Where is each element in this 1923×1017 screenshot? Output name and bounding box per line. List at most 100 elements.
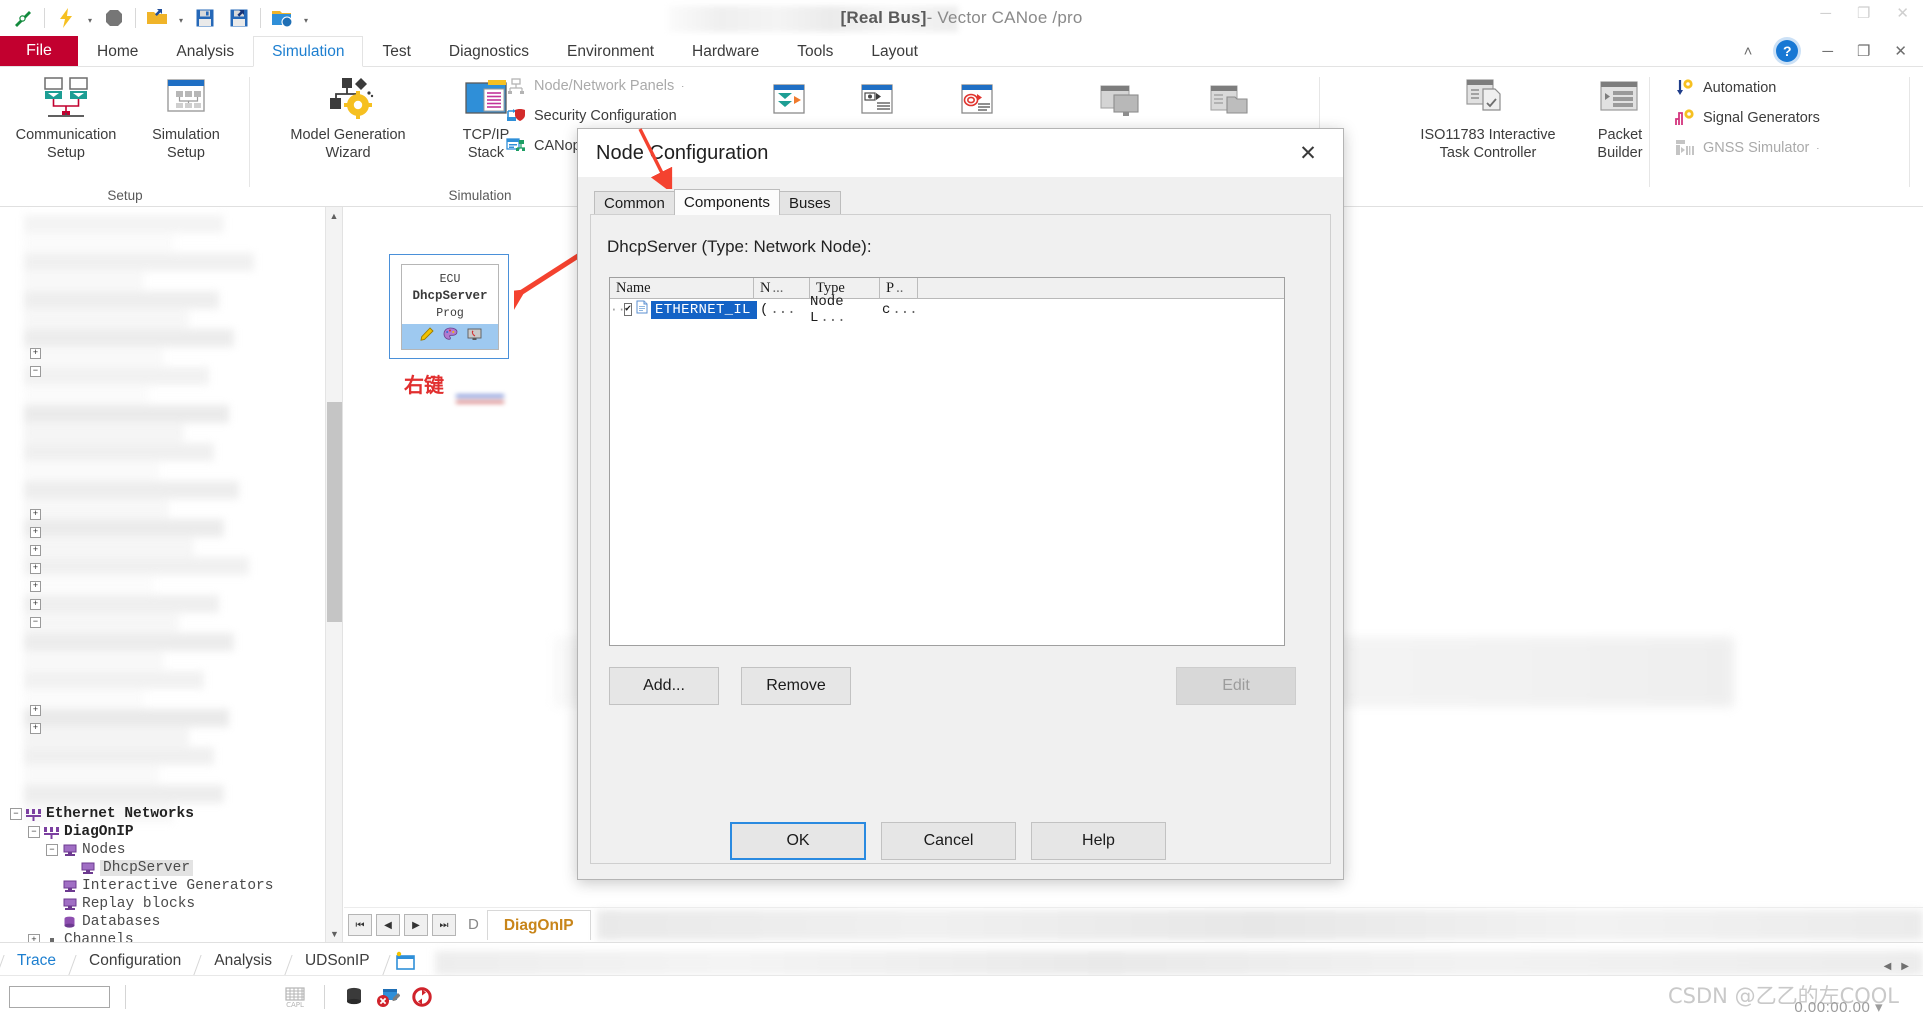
- components-grid-header[interactable]: Name N... Type P..: [610, 278, 1284, 299]
- monitor-panel-icon[interactable]: [1100, 85, 1140, 124]
- scroll-down-arrow-icon[interactable]: ▼: [326, 925, 342, 942]
- window-controls-top[interactable]: ─ ❐ ✕: [1820, 4, 1909, 23]
- tree-expander-collapsed-4[interactable]: +: [30, 545, 41, 556]
- next-page-button[interactable]: ▶: [404, 914, 428, 936]
- signal-generators-item[interactable]: Signal Generators: [1674, 108, 1820, 128]
- page-tab-diagonip[interactable]: DiagOnIP: [486, 910, 591, 940]
- node-network-panels-caret[interactable]: ·: [681, 81, 684, 91]
- ribbon-tab-test[interactable]: Test: [363, 36, 429, 66]
- ribbon-tab-file[interactable]: File: [0, 36, 78, 66]
- scrollbar-thumb[interactable]: [327, 402, 342, 622]
- page-tab-bar[interactable]: ⏮ ◀ ▶ ⏭ D DiagOnIP: [344, 907, 1923, 942]
- components-grid[interactable]: Name N... Type P.. ··· ✔ ETHERNET_IL (.…: [609, 277, 1285, 646]
- help-icon[interactable]: ?: [1776, 40, 1799, 62]
- maximize-icon[interactable]: ❐: [1857, 4, 1870, 22]
- tree-item-dhcpserver[interactable]: DhcpServer: [6, 859, 336, 877]
- bottom-tab-scroll-left-icon[interactable]: ◀: [1884, 961, 1892, 972]
- tree-expander-collapsed-7[interactable]: +: [30, 599, 41, 610]
- row-cell-name[interactable]: ··· ✔ ETHERNET_IL: [610, 300, 757, 319]
- tree-expander-expanded-1[interactable]: −: [30, 366, 41, 377]
- tab-trace[interactable]: Trace: [1, 947, 72, 975]
- minimize-icon[interactable]: ─: [1820, 5, 1831, 22]
- tree-expander-expanded-2[interactable]: −: [30, 617, 41, 628]
- tree-expander-collapsed-3[interactable]: +: [30, 527, 41, 538]
- ribbon-tab-layout[interactable]: Layout: [852, 36, 937, 66]
- add-window-icon[interactable]: [387, 947, 425, 975]
- tree-expander-collapsed-2[interactable]: +: [30, 509, 41, 520]
- monitor-icon[interactable]: [467, 327, 482, 347]
- node-network-panels-item[interactable]: Node/Network Panels ·: [505, 76, 684, 96]
- simulation-setup-button[interactable]: Simulation Setup: [120, 75, 252, 162]
- gnss-simulator-caret[interactable]: ·: [1816, 143, 1819, 153]
- row-cell-name-text[interactable]: ETHERNET_IL: [651, 300, 757, 319]
- ribbon-tab-tools[interactable]: Tools: [778, 36, 852, 66]
- iso11783-task-controller-button[interactable]: ISO11783 Interactive Task Controller: [1400, 75, 1576, 162]
- column-n[interactable]: N...: [754, 278, 810, 299]
- simulation-setup-tree-panel[interactable]: + − + + + + + + − + + − Ethernet Network…: [0, 207, 343, 942]
- scope-icon[interactable]: [960, 83, 998, 124]
- ok-button[interactable]: OK: [730, 822, 866, 860]
- search-input[interactable]: [9, 985, 110, 1008]
- first-page-button[interactable]: ⏮: [348, 914, 372, 936]
- edit-pencil-icon[interactable]: [419, 326, 434, 347]
- add-button[interactable]: Add...: [609, 667, 719, 705]
- tree-expander-collapsed-1[interactable]: +: [30, 348, 41, 359]
- close-icon[interactable]: ✕: [1896, 4, 1909, 22]
- doc-minimize-icon[interactable]: ─: [1822, 43, 1833, 60]
- doc-close-icon[interactable]: ✕: [1894, 42, 1907, 60]
- remove-button[interactable]: Remove: [741, 667, 851, 705]
- last-page-button[interactable]: ⏭: [432, 914, 456, 936]
- automation-item[interactable]: Automation: [1674, 78, 1776, 98]
- tree-toggle-ethernet-networks[interactable]: −: [10, 808, 22, 820]
- doc-restore-icon[interactable]: ❐: [1857, 42, 1870, 60]
- row-checkbox[interactable]: ✔: [624, 303, 633, 316]
- tree-item-databases[interactable]: Databases: [6, 913, 336, 931]
- tree-item-nodes[interactable]: − Nodes: [6, 841, 336, 859]
- tab-udsonip[interactable]: UDSonIP: [289, 947, 386, 975]
- tree-toggle-nodes[interactable]: −: [46, 844, 58, 856]
- ribbon-tab-home[interactable]: Home: [78, 36, 157, 66]
- tree-item-channels[interactable]: + Channels: [6, 931, 336, 942]
- bottom-tab-scroll-right-icon[interactable]: ▶: [1901, 961, 1909, 972]
- replay-block-icon[interactable]: [860, 83, 898, 124]
- clear-write-window-icon[interactable]: [374, 984, 402, 1010]
- ribbon-tab-environment[interactable]: Environment: [548, 36, 673, 66]
- ribbon-right-controls[interactable]: ˄ ? ─ ❐ ✕: [1744, 36, 1923, 66]
- dialog-tab-components[interactable]: Components: [673, 189, 780, 215]
- ribbon-tab-analysis[interactable]: Analysis: [157, 36, 253, 66]
- dialog-tab-common[interactable]: Common: [594, 191, 675, 215]
- measurement-clock-caret[interactable]: ▾: [1875, 999, 1883, 1016]
- collapse-ribbon-icon[interactable]: ˄: [1744, 43, 1753, 60]
- tree-toggle-diagonip[interactable]: −: [28, 826, 40, 838]
- database-icon[interactable]: [340, 984, 368, 1010]
- ribbon-tab-hardware[interactable]: Hardware: [673, 36, 778, 66]
- tree-expander-collapsed-8[interactable]: +: [30, 705, 41, 716]
- tree-item-interactive-generators[interactable]: Interactive Generators: [6, 877, 336, 895]
- bottom-tab-scroll-controls[interactable]: ◀ ▶: [1884, 961, 1909, 972]
- prev-page-button[interactable]: ◀: [376, 914, 400, 936]
- gnss-simulator-item[interactable]: GNSS Simulator ·: [1674, 138, 1819, 158]
- interactive-generator-icon[interactable]: [772, 83, 810, 124]
- tree-item-ethernet-networks[interactable]: − Ethernet Networks: [6, 805, 336, 823]
- dialog-close-icon[interactable]: ✕: [1291, 136, 1325, 170]
- ribbon-tab-strip[interactable]: File Home Analysis Simulation Test Diagn…: [0, 36, 1923, 67]
- node-configuration-dialog[interactable]: Node Configuration ✕ Common Components B…: [577, 128, 1344, 880]
- cancel-button[interactable]: Cancel: [881, 822, 1016, 860]
- ribbon-tab-diagnostics[interactable]: Diagnostics: [430, 36, 548, 66]
- tree-expander-collapsed-5[interactable]: +: [30, 563, 41, 574]
- bottom-tab-bar[interactable]: Trace Configuration Analysis UDSonIP ◀ ▶: [0, 942, 1923, 975]
- dialog-tab-buses[interactable]: Buses: [778, 191, 841, 215]
- tree-toggle-channels[interactable]: +: [28, 934, 40, 942]
- panel-folder-icon[interactable]: [1210, 85, 1250, 124]
- palette-icon[interactable]: [443, 327, 458, 347]
- ribbon-tab-simulation[interactable]: Simulation: [253, 36, 364, 67]
- ethernet-networks-tree[interactable]: − Ethernet Networks − DiagOnIP − Nodes D…: [6, 805, 336, 942]
- tab-analysis[interactable]: Analysis: [198, 947, 288, 975]
- capl-browser-icon[interactable]: CAPL: [281, 984, 309, 1010]
- tab-configuration[interactable]: Configuration: [73, 947, 197, 975]
- ecu-node-block[interactable]: ECU DhcpServer Prog: [389, 254, 509, 359]
- scroll-up-arrow-icon[interactable]: ▲: [326, 207, 342, 224]
- ecu-node-icon-bar[interactable]: [402, 324, 498, 349]
- reset-icon[interactable]: [408, 984, 436, 1010]
- communication-setup-button[interactable]: Communication Setup: [0, 75, 132, 162]
